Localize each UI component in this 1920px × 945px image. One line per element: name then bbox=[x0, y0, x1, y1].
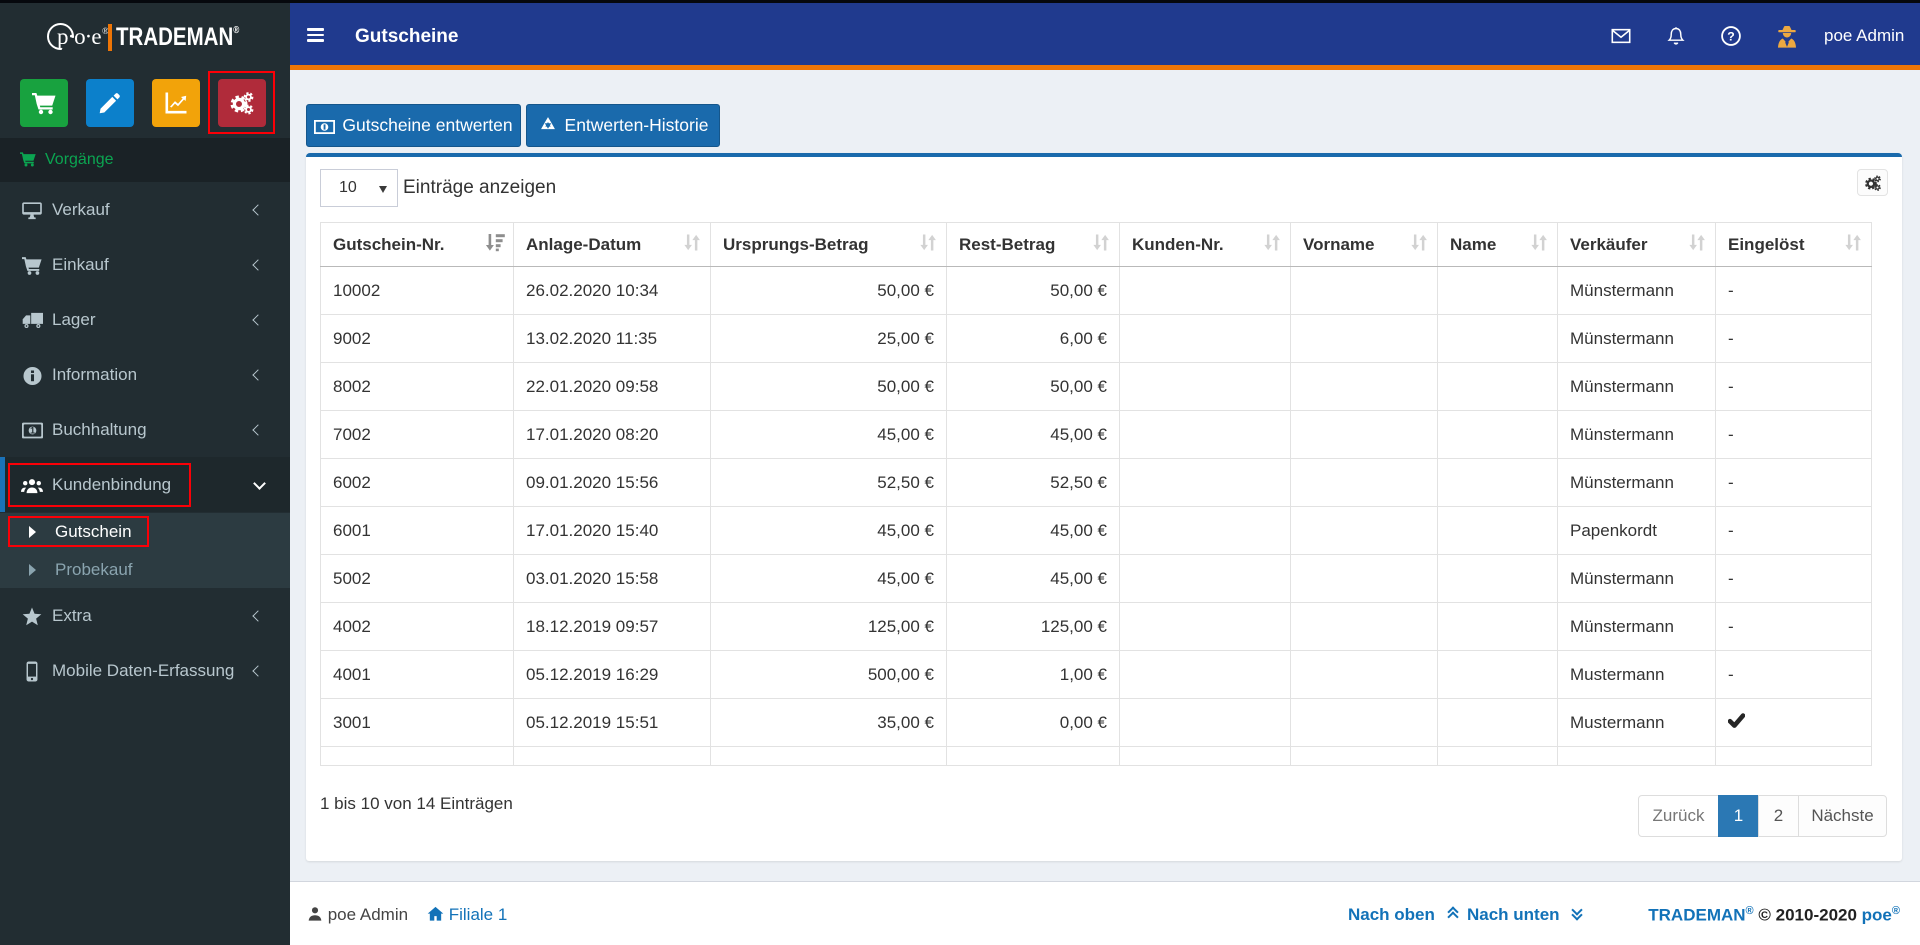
svg-text:?: ? bbox=[1727, 30, 1735, 44]
svg-text:1: 1 bbox=[30, 426, 35, 436]
